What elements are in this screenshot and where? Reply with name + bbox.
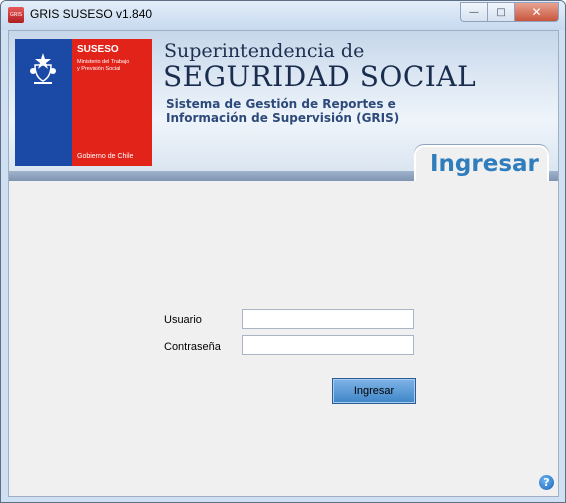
- logo-ministry-line2: y Previsión Social: [77, 66, 121, 72]
- coat-of-arms-icon: [30, 53, 56, 84]
- window-controls: — □ ✕: [460, 2, 559, 22]
- heading-small: Superintendencia de: [164, 40, 365, 62]
- username-label: Usuario: [164, 314, 202, 326]
- logo-ministry: Ministerio del Trabajo y Previsión Socia…: [77, 59, 151, 73]
- title-bar[interactable]: GRIS GRIS SUSESO v1.840 — □ ✕: [1, 1, 565, 30]
- window-title: GRIS SUSESO v1.840: [30, 7, 153, 21]
- logo-government: Gobierno de Chile: [77, 153, 134, 160]
- close-button[interactable]: ✕: [514, 2, 559, 22]
- gris-app-icon: GRIS: [8, 7, 24, 23]
- app-window: GRIS GRIS SUSESO v1.840 — □ ✕ SUSESO Min…: [0, 0, 566, 503]
- logo-ministry-line1: Ministerio del Trabajo: [77, 59, 130, 65]
- logo-name: SUSESO: [77, 44, 119, 55]
- system-name-line2: Información de Supervisión (GRIS): [166, 111, 400, 125]
- minimize-button[interactable]: —: [460, 2, 487, 22]
- help-icon[interactable]: ?: [539, 475, 554, 490]
- header-banner: SUSESO Ministerio del Trabajo y Previsió…: [9, 31, 558, 181]
- username-input[interactable]: [242, 309, 414, 329]
- logo-blue-block: [15, 39, 72, 166]
- tab-ingresar[interactable]: Ingresar: [414, 145, 549, 181]
- heading-large: SEGURIDAD SOCIAL: [163, 60, 477, 93]
- tab-ingresar-label: Ingresar: [430, 151, 539, 177]
- password-label: Contraseña: [164, 341, 221, 353]
- login-button[interactable]: Ingresar: [332, 378, 416, 404]
- maximize-button[interactable]: □: [487, 2, 514, 22]
- password-input[interactable]: [242, 335, 414, 355]
- login-panel: SUSESO Ministerio del Trabajo y Previsió…: [8, 30, 559, 497]
- system-name-line1: Sistema de Gestión de Reportes e: [166, 97, 396, 111]
